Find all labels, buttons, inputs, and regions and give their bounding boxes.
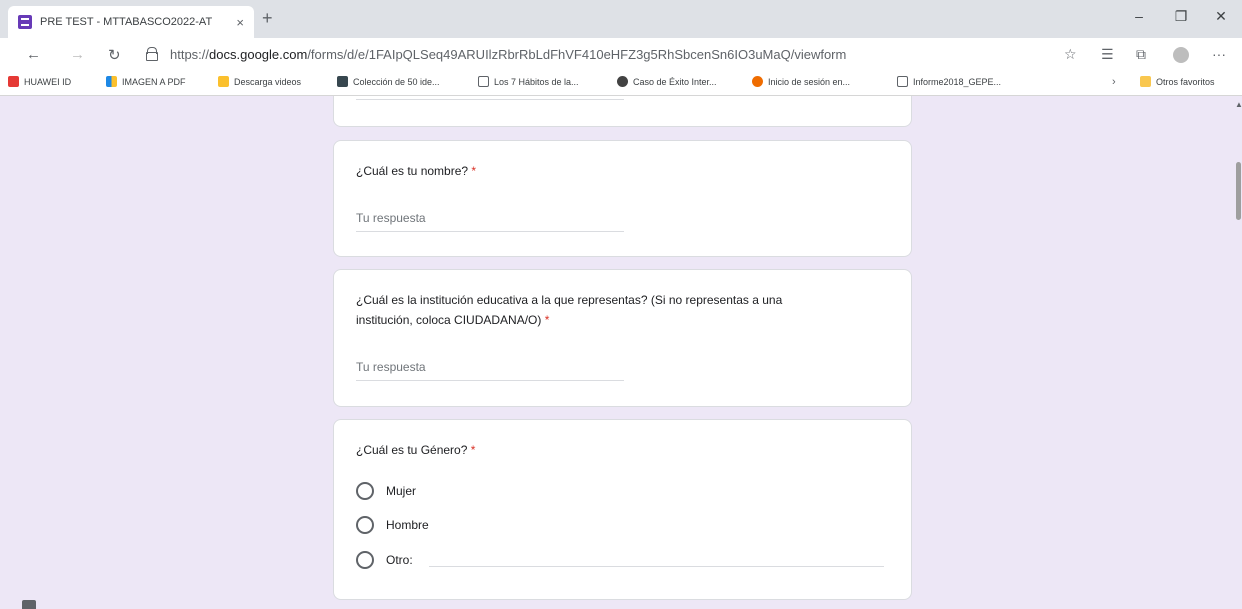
- question-card-institution: ¿Cuál es la institución educativa a la q…: [333, 269, 912, 407]
- bookmark-label: Inicio de sesión en...: [768, 76, 851, 87]
- bookmark-caso-exito[interactable]: Caso de Éxito Inter...: [617, 76, 717, 87]
- tab-title: PRE TEST - MTTABASCO2022-AT: [40, 16, 213, 28]
- address-bar[interactable]: https://docs.google.com/forms/d/e/1FAIpQ…: [170, 47, 846, 62]
- profile-avatar[interactable]: [1173, 47, 1189, 63]
- image-pdf-icon: [106, 76, 117, 87]
- option-label: Mujer: [386, 484, 417, 498]
- bookmark-inicio-sesion[interactable]: Inicio de sesión en...: [752, 76, 850, 87]
- video-download-icon: [218, 76, 229, 87]
- question-title: ¿Cuál es tu nombre? *: [356, 161, 896, 181]
- radio-button[interactable]: [356, 551, 374, 569]
- bookmark-coleccion[interactable]: Colección de 50 ide...: [337, 76, 440, 87]
- question-card-name: ¿Cuál es tu nombre? * Tu respuesta: [333, 140, 912, 257]
- url-domain: docs.google.com: [209, 47, 308, 62]
- radio-option-hombre[interactable]: Hombre: [356, 516, 429, 534]
- question-title-line1: ¿Cuál es la institución educativa a la q…: [356, 293, 783, 307]
- question-title-text: ¿Cuál es tu nombre?: [356, 164, 469, 178]
- bookmark-other-favorites[interactable]: Otros favoritos: [1140, 76, 1215, 87]
- chevron-right-icon[interactable]: ›: [1112, 76, 1116, 88]
- bookmark-label: Descarga videos: [234, 76, 302, 87]
- navigation-bar: ← → ↻ https://docs.google.com/forms/d/e/…: [0, 38, 1242, 70]
- bookmark-label: Caso de Éxito Inter...: [633, 76, 717, 87]
- url-prefix: https://: [170, 47, 210, 62]
- radio-option-otro[interactable]: Otro:: [356, 551, 413, 569]
- back-arrow-icon[interactable]: ←: [26, 46, 41, 63]
- question-title-line2: institución, coloca CIUDADANA/O): [356, 313, 542, 327]
- corner-widget-icon[interactable]: [22, 600, 36, 609]
- question-title-text: ¿Cuál es tu Género?: [356, 443, 468, 457]
- favorites-list-icon[interactable]: ☰: [1101, 46, 1114, 63]
- bookmark-imagen-pdf[interactable]: IMAGEN A PDF: [106, 76, 186, 87]
- institution-input[interactable]: Tu respuesta: [356, 360, 624, 381]
- site-logo-icon: [617, 76, 628, 87]
- required-asterisk: *: [470, 443, 476, 457]
- name-input[interactable]: Tu respuesta: [356, 211, 624, 232]
- previous-answer-line: [356, 99, 624, 100]
- close-window-button[interactable]: ✕: [1206, 8, 1236, 25]
- option-label: Hombre: [386, 518, 429, 532]
- restore-button[interactable]: ❐: [1166, 8, 1196, 25]
- bookmark-label: Colección de 50 ide...: [353, 76, 440, 87]
- question-card-gender: ¿Cuál es tu Género? * Mujer Hombre Otro:: [333, 419, 912, 600]
- radio-option-mujer[interactable]: Mujer: [356, 482, 416, 500]
- login-site-icon: [752, 76, 763, 87]
- refresh-icon[interactable]: ↻: [108, 46, 121, 64]
- forms-favicon-icon: [18, 15, 32, 29]
- question-title: ¿Cuál es tu Género? *: [356, 440, 896, 460]
- bookmark-habitos[interactable]: Los 7 Hábitos de la...: [478, 76, 579, 87]
- tab-close-icon[interactable]: ×: [236, 15, 244, 30]
- minimize-button[interactable]: –: [1124, 8, 1154, 24]
- radio-button[interactable]: [356, 482, 374, 500]
- lock-icon[interactable]: [146, 47, 158, 61]
- huawei-icon: [8, 76, 19, 87]
- bookmark-descarga-videos[interactable]: Descarga videos: [218, 76, 301, 87]
- collections-icon[interactable]: ⧉: [1136, 46, 1146, 63]
- bookmark-informe[interactable]: Informe2018_GEPE...: [897, 76, 1001, 87]
- bookmark-label: Los 7 Hábitos de la...: [494, 76, 579, 87]
- other-text-input[interactable]: [429, 566, 884, 567]
- bookmark-label: Informe2018_GEPE...: [913, 76, 1002, 87]
- bookmark-label: IMAGEN A PDF: [122, 76, 186, 87]
- form-page: ¿Cuál es tu nombre? * Tu respuesta ¿Cuál…: [0, 96, 1242, 609]
- required-asterisk: *: [471, 164, 477, 178]
- page-icon: [478, 76, 489, 87]
- option-label: Otro:: [386, 553, 413, 567]
- more-menu-icon[interactable]: ···: [1212, 46, 1226, 62]
- page-icon: [897, 76, 908, 87]
- browser-tab[interactable]: PRE TEST - MTTABASCO2022-AT ×: [8, 6, 254, 38]
- required-asterisk: *: [544, 313, 550, 327]
- folder-icon: [1140, 76, 1151, 87]
- radio-button[interactable]: [356, 516, 374, 534]
- scrollbar-thumb[interactable]: [1236, 162, 1241, 220]
- previous-question-card: [333, 96, 912, 127]
- scroll-up-arrow-icon[interactable]: ▲: [1235, 100, 1242, 109]
- new-tab-button[interactable]: +: [262, 8, 273, 29]
- bookmark-label: Otros favoritos: [1156, 76, 1215, 87]
- ie-logo-icon: [337, 76, 348, 87]
- forward-arrow-icon[interactable]: →: [70, 46, 85, 63]
- favorite-star-icon[interactable]: ☆: [1064, 46, 1077, 63]
- bookmarks-bar: HUAWEI ID IMAGEN A PDF Descarga videos C…: [0, 70, 1242, 96]
- tab-bar: PRE TEST - MTTABASCO2022-AT × + – ❐ ✕: [0, 0, 1242, 38]
- url-path: /forms/d/e/1FAIpQLSeq49ARUIlzRbrRbLdFhVF…: [307, 47, 847, 62]
- question-title: ¿Cuál es la institución educativa a la q…: [356, 290, 896, 330]
- bookmark-huawei[interactable]: HUAWEI ID: [8, 76, 71, 87]
- bookmark-label: HUAWEI ID: [24, 76, 72, 87]
